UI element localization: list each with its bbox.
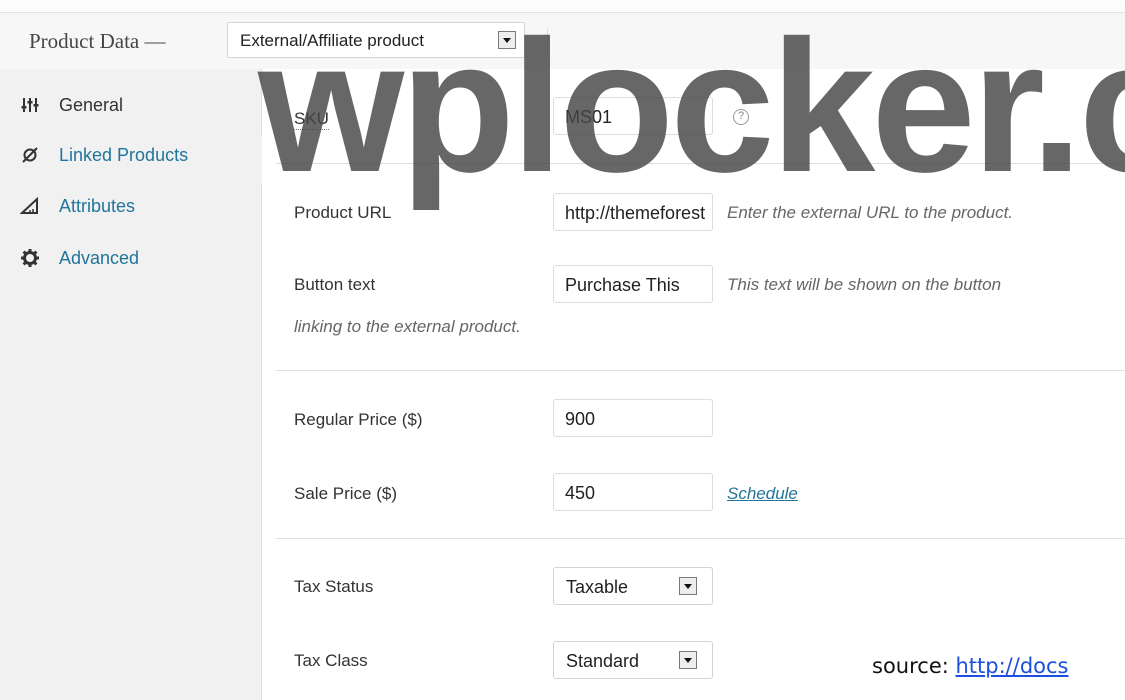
product-type-select[interactable]: External/Affiliate product (227, 22, 525, 58)
product-url-label: Product URL (294, 203, 392, 222)
gear-icon (20, 248, 40, 268)
sku-value: MS01 (565, 107, 613, 127)
product-url-description: Enter the external URL to the product. (727, 203, 1014, 222)
group-divider (276, 538, 1125, 539)
source-prefix: source: (872, 654, 956, 678)
header-divider (547, 29, 548, 55)
button-text-label: Button text (294, 275, 376, 294)
tax-status-label: Tax Status (294, 577, 374, 596)
source-link[interactable]: http://docs (956, 654, 1069, 678)
sale-price-label: Sale Price ($) (294, 484, 397, 503)
sku-input[interactable]: MS01 (553, 97, 713, 135)
regular-price-value: 900 (565, 409, 596, 429)
tab-attributes-label: Attributes (59, 196, 136, 216)
button-text-value: Purchase This (565, 275, 680, 295)
tab-linked-products[interactable]: Linked Products (0, 135, 262, 185)
tax-status-value: Taxable (566, 577, 629, 597)
sale-price-value: 450 (565, 483, 596, 503)
tax-class-label: Tax Class (294, 651, 368, 670)
schedule-link[interactable]: Schedule (727, 484, 798, 504)
ruler-icon (19, 196, 40, 216)
help-tip-icon[interactable]: ? (733, 109, 749, 125)
sale-price-input[interactable]: 450 (553, 473, 713, 511)
regular-price-input[interactable]: 900 (553, 399, 713, 437)
chevron-down-icon (679, 577, 697, 595)
tax-status-select[interactable]: Taxable (553, 567, 713, 605)
panel-title: Product Data — (29, 29, 166, 53)
tax-class-value: Standard (566, 651, 640, 671)
group-divider (276, 370, 1125, 371)
product-url-input[interactable]: http://themeforest (553, 193, 713, 231)
button-text-input[interactable]: Purchase This (553, 265, 713, 303)
sliders-icon (20, 95, 40, 115)
button-text-description-cont: linking to the external product. (294, 317, 521, 336)
product-type-value: External/Affiliate product (240, 31, 424, 50)
product-url-value: http://themeforest (565, 203, 706, 223)
sku-label: SKU (294, 109, 329, 130)
tab-advanced-label: Advanced (59, 248, 140, 268)
tab-advanced[interactable]: Advanced (0, 238, 262, 288)
general-options: SKU MS01 ? Product URL http://themefores… (262, 69, 1125, 700)
tab-linked-products-label: Linked Products (59, 145, 189, 165)
tab-general[interactable]: General (0, 85, 262, 135)
chevron-down-icon (679, 651, 697, 669)
tab-general-label: General (59, 95, 124, 115)
group-divider (276, 163, 1125, 164)
button-text-description: This text will be shown on the button (727, 275, 1002, 294)
link-icon (20, 145, 40, 165)
product-data-tabs: General Linked Products Attributes Advan… (0, 69, 262, 700)
chevron-down-icon (498, 31, 516, 49)
product-data-panel: Product Data — External/Affiliate produc… (0, 0, 1125, 700)
regular-price-label: Regular Price ($) (294, 410, 423, 429)
source-caption: source: http://docs (872, 654, 1069, 678)
panel-header: Product Data — External/Affiliate produc… (0, 12, 1125, 70)
tax-class-select[interactable]: Standard (553, 641, 713, 679)
tab-attributes[interactable]: Attributes (0, 186, 262, 236)
